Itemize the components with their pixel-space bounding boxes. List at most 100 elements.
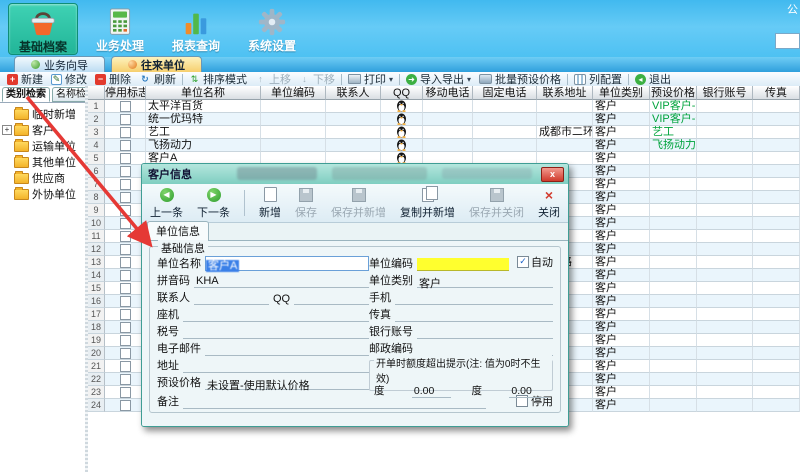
dialog-close-button[interactable]: x [541,167,564,182]
table-cell[interactable] [105,256,146,269]
stop-flag-checkbox[interactable] [120,348,131,359]
table-cell[interactable]: VIP客户-价格 [650,100,697,113]
table-cell[interactable] [697,321,753,334]
stop-flag-checkbox[interactable] [120,374,131,385]
corner-input[interactable] [775,33,800,49]
table-cell[interactable] [650,334,697,347]
table-cell[interactable] [753,178,800,191]
table-cell[interactable] [753,295,800,308]
stop-flag-checkbox[interactable] [120,283,131,294]
table-cell[interactable]: 客户 [593,100,650,113]
table-cell[interactable] [105,308,146,321]
nav-button-1[interactable]: 业务处理 [86,3,154,53]
table-cell[interactable] [697,152,753,165]
auto-checkbox-wrap[interactable]: ✓ 自动 [517,254,553,271]
table-cell[interactable] [423,100,473,113]
table-cell[interactable]: 14 [88,269,105,282]
table-cell[interactable] [753,217,800,230]
table-cell[interactable] [753,191,800,204]
table-cell[interactable] [650,295,697,308]
stop-flag-checkbox[interactable] [120,114,131,125]
table-cell[interactable] [381,126,423,139]
table-cell[interactable]: 9 [88,204,105,217]
table-cell[interactable] [753,126,800,139]
table-row[interactable]: 3艺工成都市二环北三客户艺工 [88,126,800,139]
table-cell[interactable] [650,243,697,256]
table-cell[interactable] [326,126,381,139]
column-header[interactable] [88,86,105,100]
table-cell[interactable]: 客户 [593,360,650,373]
table-cell[interactable] [753,321,800,334]
stop-flag-checkbox[interactable] [120,179,131,190]
table-cell[interactable] [697,243,753,256]
column-header[interactable]: 传真 [753,86,800,100]
receivable-input[interactable]: 0.00 [509,385,548,398]
table-cell[interactable] [697,113,753,126]
table-cell[interactable] [105,152,146,165]
stop-flag-checkbox[interactable] [120,101,131,112]
table-cell[interactable]: 5 [88,152,105,165]
table-cell[interactable] [697,256,753,269]
table-cell[interactable] [650,308,697,321]
column-header[interactable]: 移动电话 [423,86,473,100]
table-cell[interactable]: 客户 [593,399,650,412]
table-cell[interactable]: 19 [88,334,105,347]
column-header[interactable]: 单位类别 [593,86,650,100]
table-cell[interactable]: 客户 [593,347,650,360]
column-header[interactable]: 单位编码 [261,86,326,100]
stop-flag-checkbox[interactable] [120,140,131,151]
stop-flag-checkbox[interactable] [120,296,131,307]
table-cell[interactable]: 客户 [593,295,650,308]
table-cell[interactable] [697,230,753,243]
nav-button-2[interactable]: 报表查询 [162,3,230,53]
table-cell[interactable]: 16 [88,295,105,308]
table-cell[interactable]: 10 [88,217,105,230]
table-cell[interactable]: 统一优玛特 [146,113,261,126]
unit-category-input[interactable]: 客户 [417,275,553,288]
table-cell[interactable] [697,165,753,178]
stop-flag-checkbox[interactable] [120,257,131,268]
table-cell[interactable] [537,113,593,126]
table-cell[interactable] [105,386,146,399]
table-cell[interactable] [650,230,697,243]
dialog-toolbar-button-1[interactable]: ▶下一条 [197,187,230,220]
tree-item-2[interactable]: 运输单位 [0,138,85,154]
table-cell[interactable] [697,347,753,360]
qq-input[interactable] [294,292,369,305]
table-cell[interactable] [105,191,146,204]
column-header[interactable]: 固定电话 [473,86,537,100]
unit-code-input[interactable] [417,258,509,271]
table-cell[interactable]: 客户 [593,243,650,256]
table-cell[interactable] [697,386,753,399]
table-cell[interactable]: 客户 [593,126,650,139]
table-cell[interactable] [650,282,697,295]
table-cell[interactable]: 客户 [593,191,650,204]
table-cell[interactable] [650,399,697,412]
table-cell[interactable] [650,191,697,204]
table-cell[interactable] [697,178,753,191]
nav-button-0[interactable]: 基础档案 [8,3,78,55]
table-cell[interactable] [326,139,381,152]
tree-item-5[interactable]: 外协单位 [0,186,85,202]
table-cell[interactable]: 3 [88,126,105,139]
tree-item-4[interactable]: 供应商 [0,170,85,186]
toolbar-button-3[interactable]: ↻刷新 [135,73,180,86]
table-cell[interactable] [753,360,800,373]
stop-flag-checkbox[interactable] [120,231,131,242]
table-cell[interactable] [261,100,326,113]
landline-input[interactable] [183,309,369,322]
table-cell[interactable] [326,113,381,126]
table-cell[interactable] [105,126,146,139]
table-cell[interactable] [697,217,753,230]
toolbar-button-10[interactable]: 列配置 [570,73,626,86]
toolbar-button-11[interactable]: ◂退出 [631,73,675,86]
column-header[interactable]: 银行账号 [697,86,753,100]
table-row[interactable]: 2统一优玛特客户VIP客户-价格 [88,113,800,126]
table-cell[interactable] [697,282,753,295]
table-cell[interactable]: 15 [88,282,105,295]
table-cell[interactable] [650,152,697,165]
preset-price-input[interactable]: 未设置-使用默认价格 [205,377,369,390]
table-row[interactable]: 4飞扬动力客户飞扬动力-价 [88,139,800,152]
table-cell[interactable] [105,230,146,243]
table-cell[interactable] [105,139,146,152]
